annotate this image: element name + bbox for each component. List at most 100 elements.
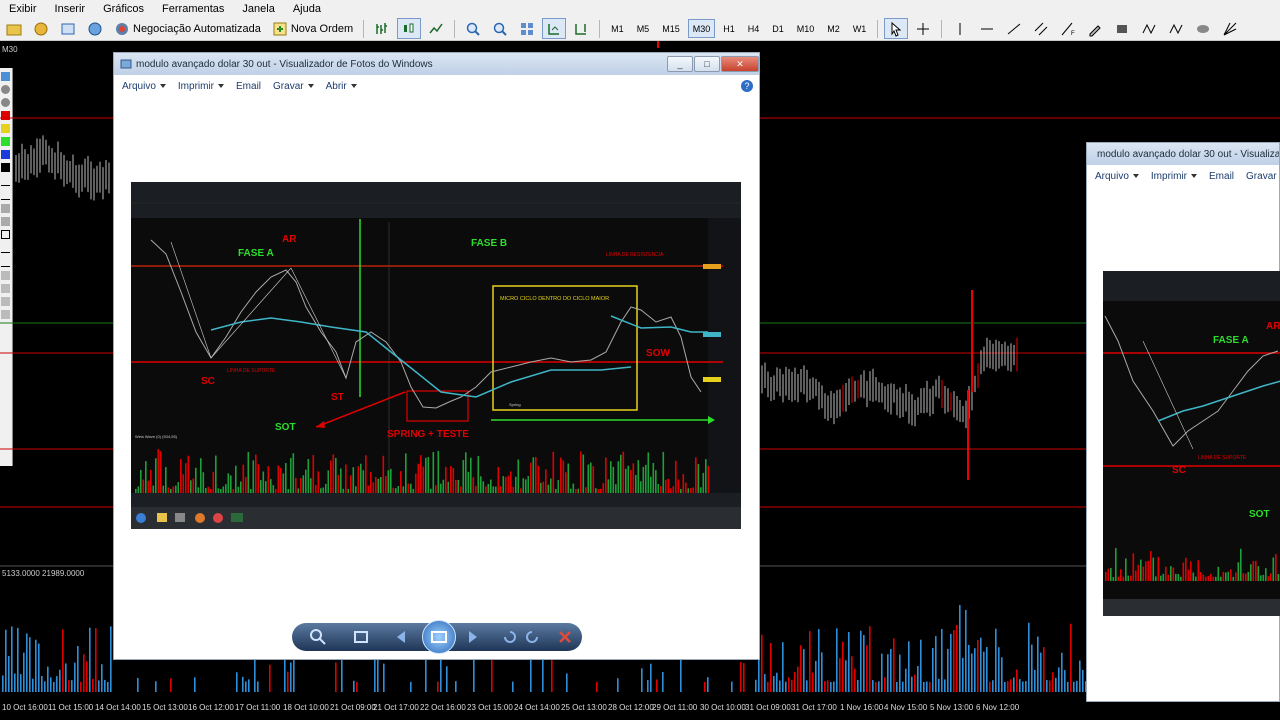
navigator-button[interactable]	[83, 18, 107, 39]
next-icon[interactable]	[464, 628, 482, 646]
volume-bar	[182, 474, 185, 493]
volume-bar	[695, 457, 697, 493]
menu-gravar[interactable]: Gravar	[265, 81, 318, 92]
elliott2-button[interactable]	[1164, 18, 1188, 39]
candlestick-button[interactable]	[397, 18, 422, 39]
zoom-icon[interactable]	[309, 628, 327, 646]
channel-button[interactable]	[1029, 18, 1053, 39]
chart-shift-button[interactable]	[569, 18, 593, 39]
volume-bar	[989, 681, 991, 692]
elliott-button[interactable]	[1137, 18, 1161, 39]
volume-bar	[1001, 657, 1003, 692]
timeframe-h1[interactable]: H1	[718, 19, 740, 38]
zoom-out-button[interactable]	[488, 18, 512, 39]
volume-bar	[307, 459, 310, 493]
volume-bar	[1205, 576, 1207, 581]
volume-bar	[809, 631, 811, 692]
volume-bar	[374, 655, 376, 692]
timeframe-m15[interactable]: M15	[657, 19, 685, 38]
menu-arquivo[interactable]: Arquivo	[114, 81, 170, 92]
volume-bar	[1061, 652, 1063, 692]
volume-bar	[222, 486, 225, 493]
rotate-left-icon[interactable]	[500, 628, 518, 646]
menu-email[interactable]: Email	[1201, 171, 1238, 182]
help-button[interactable]: ?	[741, 80, 753, 92]
horizontal-line-button[interactable]	[975, 18, 999, 39]
menu-inserir[interactable]: Inserir	[46, 3, 95, 15]
volume-bar	[157, 449, 160, 493]
trendline-button[interactable]	[1002, 18, 1026, 39]
volume-bar	[632, 463, 635, 493]
auto-trading-button[interactable]: Negociação Automatizada	[110, 18, 265, 39]
menu-janela[interactable]: Janela	[233, 3, 283, 15]
volume-bar	[485, 486, 487, 493]
cursor-tool-button[interactable]	[884, 18, 909, 39]
volume-bar	[432, 452, 435, 493]
volume-bar	[1232, 576, 1235, 581]
volume-bar	[385, 476, 387, 493]
profiles-button[interactable]	[29, 18, 53, 39]
volume-bar	[325, 483, 327, 493]
volume-bar	[866, 645, 868, 692]
menu-gravar[interactable]: Gravar	[1238, 171, 1280, 182]
menu-email[interactable]: Email	[228, 81, 265, 92]
close-button[interactable]: ✕	[721, 56, 759, 72]
rectangle-button[interactable]	[1110, 18, 1134, 39]
crosshair-tool-button[interactable]	[911, 18, 935, 39]
timeframe-m5[interactable]: M5	[632, 19, 655, 38]
timeframe-m1[interactable]: M1	[606, 19, 629, 38]
text-tool-button[interactable]	[1083, 18, 1107, 39]
volume-bar	[1082, 669, 1084, 692]
menu-ferramentas[interactable]: Ferramentas	[153, 3, 233, 15]
menu-imprimir[interactable]: Imprimir	[170, 81, 228, 92]
timeframe-h4[interactable]: H4	[743, 19, 765, 38]
fibonacci-button[interactable]: F	[1056, 18, 1080, 39]
volume-bar	[155, 458, 157, 493]
minimize-button[interactable]: _	[667, 56, 693, 72]
volume-bar	[455, 681, 457, 692]
photo-viewer-main[interactable]: modulo avançado dolar 30 out - Visualiza…	[113, 52, 760, 660]
new-order-button[interactable]: Nova Ordem	[268, 18, 357, 39]
timeframe-m10[interactable]: M10	[792, 19, 820, 38]
label-sc: SC	[1172, 465, 1186, 476]
volume-bar	[140, 469, 142, 493]
slideshow-button[interactable]	[422, 620, 456, 654]
maximize-button[interactable]: □	[694, 56, 720, 72]
dropdown-caret-icon	[1191, 174, 1198, 178]
menu-ajuda[interactable]: Ajuda	[284, 3, 330, 15]
photo-viewer-secondary[interactable]: modulo avançado dolar 30 out - Visualiza…	[1086, 142, 1280, 702]
delete-icon[interactable]	[556, 628, 574, 646]
actual-size-icon[interactable]	[352, 628, 370, 646]
volume-bar	[71, 680, 73, 692]
line-chart-button[interactable]	[424, 18, 448, 39]
previous-icon[interactable]	[392, 628, 410, 646]
volume-bar	[1037, 636, 1039, 692]
timeframe-m2[interactable]: M2	[822, 19, 845, 38]
vertical-line-button[interactable]	[948, 18, 972, 39]
volume-bar	[2, 675, 4, 692]
menu-imprimir[interactable]: Imprimir	[1143, 171, 1201, 182]
bar-chart-button[interactable]	[370, 18, 394, 39]
volume-bar	[38, 643, 40, 692]
volume-bar	[1016, 669, 1018, 692]
fibo-fan-button[interactable]	[1218, 18, 1242, 39]
auto-scroll-button[interactable]	[542, 18, 567, 39]
volume-bar	[1202, 574, 1205, 581]
timeframe-m30[interactable]: M30	[687, 19, 716, 38]
ellipse-button[interactable]	[1191, 18, 1215, 39]
menu-graficos[interactable]: Gráficos	[94, 3, 153, 15]
volume-bar	[1137, 564, 1140, 581]
timeframe-d1[interactable]: D1	[767, 19, 789, 38]
menu-exibir[interactable]: Exibir	[0, 3, 46, 15]
tile-windows-button[interactable]	[515, 18, 539, 39]
volume-bar	[641, 668, 643, 692]
menu-arquivo[interactable]: Arquivo	[1087, 171, 1143, 182]
zoom-in-button[interactable]	[461, 18, 485, 39]
volume-bar	[272, 485, 275, 493]
market-watch-button[interactable]	[56, 18, 80, 39]
rotate-right-icon[interactable]	[524, 628, 542, 646]
timeframe-w1[interactable]: W1	[848, 19, 872, 38]
menu-abrir[interactable]: Abrir	[318, 81, 361, 92]
volume-bar	[1040, 652, 1042, 692]
new-chart-button[interactable]	[2, 18, 26, 39]
